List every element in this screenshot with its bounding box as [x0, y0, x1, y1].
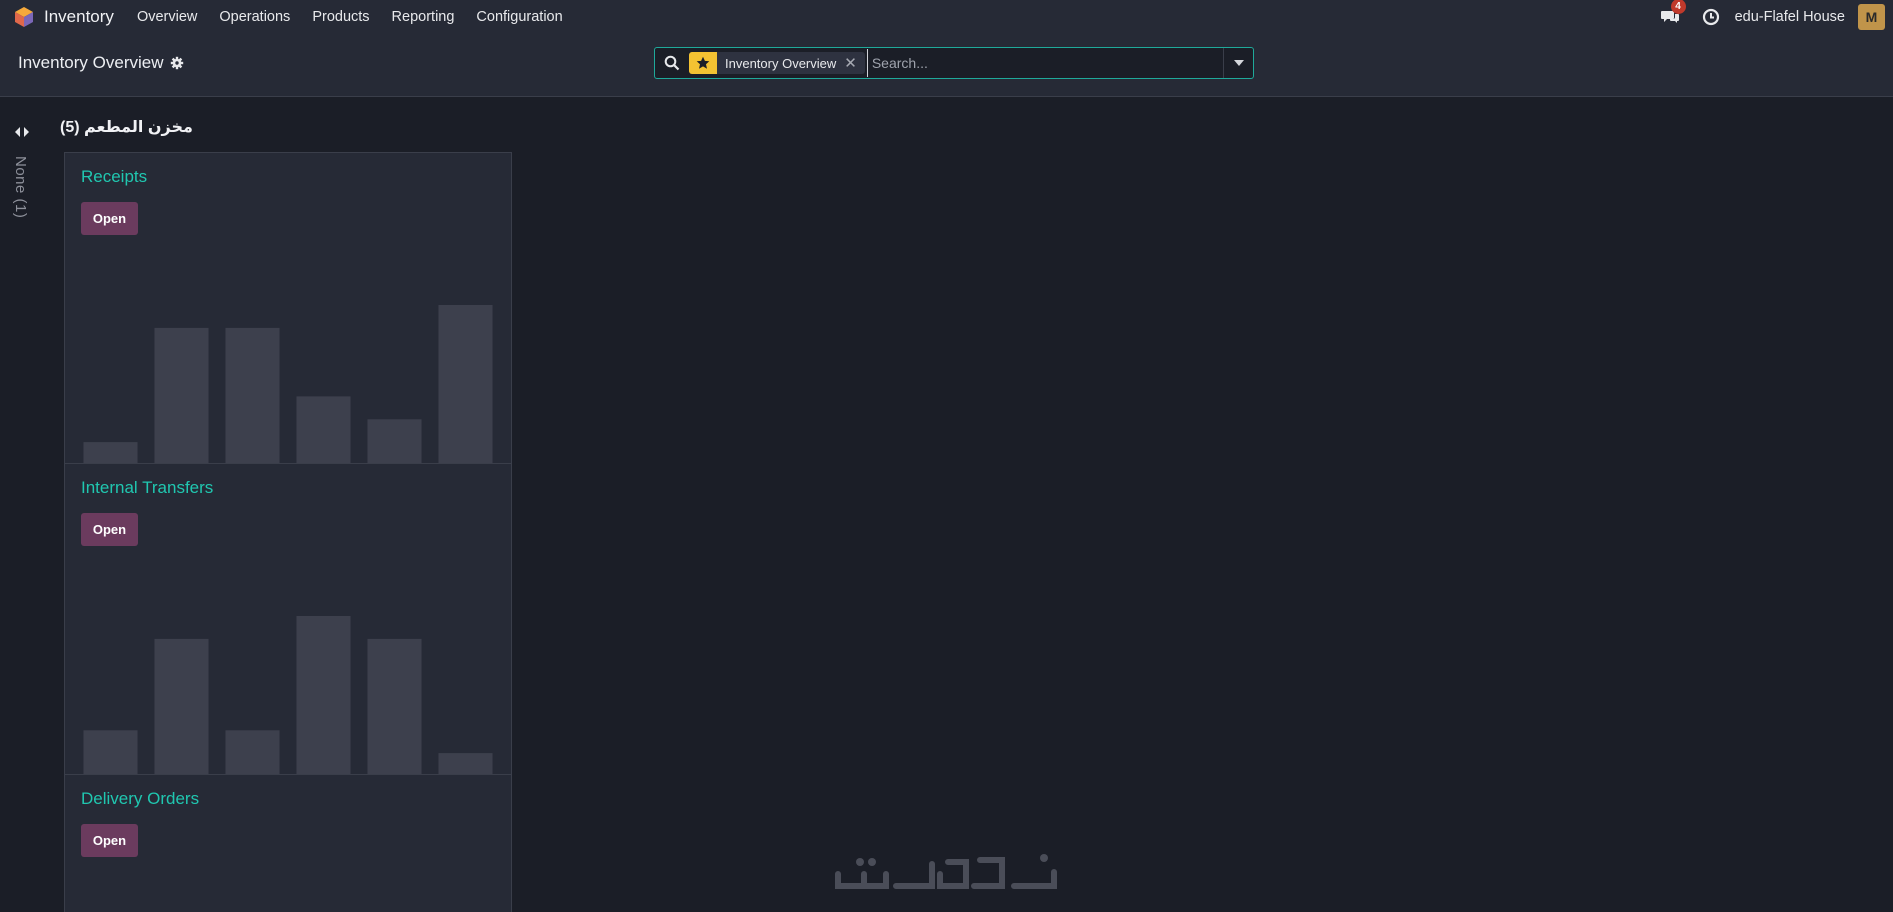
company-switcher[interactable]: edu-Flafel House — [1735, 9, 1845, 25]
star-icon — [689, 52, 717, 74]
menu-products[interactable]: Products — [312, 9, 369, 25]
caret-down-icon — [1233, 60, 1244, 66]
search-icon[interactable] — [664, 55, 680, 71]
chart-bar[interactable] — [438, 753, 493, 776]
open-delivery-orders-button[interactable]: Open — [81, 824, 138, 857]
folded-group-label[interactable]: None (1) — [12, 156, 29, 218]
menu-overview[interactable]: Overview — [137, 9, 197, 25]
delivery-orders-card: Delivery Orders Open — [64, 774, 512, 912]
kanban-group-title: مخزن المطعم (5) — [60, 119, 193, 136]
receipts-chart[interactable] — [75, 253, 501, 465]
navbar-systray: 4 edu-Flafel House M — [1660, 0, 1893, 33]
chart-bar[interactable] — [83, 730, 138, 776]
chart-bar[interactable] — [225, 730, 280, 776]
gear-icon[interactable] — [170, 56, 184, 70]
chart-bar[interactable] — [296, 396, 351, 465]
chart-bar[interactable] — [83, 442, 138, 465]
menu-operations[interactable]: Operations — [219, 9, 290, 25]
receipts-card: Receipts Open — [64, 152, 512, 465]
card-title-delivery-orders[interactable]: Delivery Orders — [81, 789, 199, 809]
search-facet: Inventory Overview ✕ — [689, 52, 865, 74]
search-options-toggle[interactable] — [1223, 48, 1253, 78]
card-title-internal-transfers[interactable]: Internal Transfers — [81, 478, 213, 498]
watermark-logo — [835, 854, 1057, 889]
menu-configuration[interactable]: Configuration — [476, 9, 562, 25]
chart-bar[interactable] — [154, 638, 209, 776]
chart-bar[interactable] — [296, 616, 351, 776]
messages-badge: 4 — [1670, 0, 1686, 14]
open-receipts-button[interactable]: Open — [81, 202, 138, 235]
app-brand[interactable]: Inventory — [14, 6, 126, 28]
chart-bar[interactable] — [367, 638, 422, 776]
clock-icon[interactable] — [1702, 8, 1720, 26]
page-title: Inventory Overview — [18, 53, 184, 73]
fold-arrows-icon[interactable] — [14, 126, 30, 138]
app-name: Inventory — [44, 6, 114, 26]
menu-reporting[interactable]: Reporting — [392, 9, 455, 25]
open-internal-transfers-button[interactable]: Open — [81, 513, 138, 546]
user-avatar[interactable]: M — [1858, 3, 1885, 30]
chart-bar[interactable] — [154, 327, 209, 465]
control-panel: Inventory Overview Inventory Overview ✕ … — [0, 33, 1893, 97]
chart-bar[interactable] — [367, 419, 422, 465]
kanban-column: Receipts Open Internal Transfers Open De… — [64, 152, 512, 912]
internal-transfers-chart[interactable] — [75, 564, 501, 776]
facet-label: Inventory Overview — [725, 55, 837, 71]
card-title-receipts[interactable]: Receipts — [81, 167, 147, 187]
messaging-menu[interactable]: 4 — [1660, 0, 1686, 26]
chart-bar[interactable] — [225, 327, 280, 465]
page-title-text: Inventory Overview — [18, 53, 164, 72]
remove-facet-icon[interactable]: ✕ — [844, 54, 865, 72]
inventory-logo-icon — [15, 6, 33, 27]
top-navbar: Inventory Overview Operations Products R… — [0, 0, 1893, 33]
search-bar: Inventory Overview ✕ — [654, 47, 1254, 79]
internal-transfers-card: Internal Transfers Open — [64, 463, 512, 776]
chart-bar[interactable] — [438, 305, 493, 465]
search-input[interactable] — [866, 49, 1223, 77]
